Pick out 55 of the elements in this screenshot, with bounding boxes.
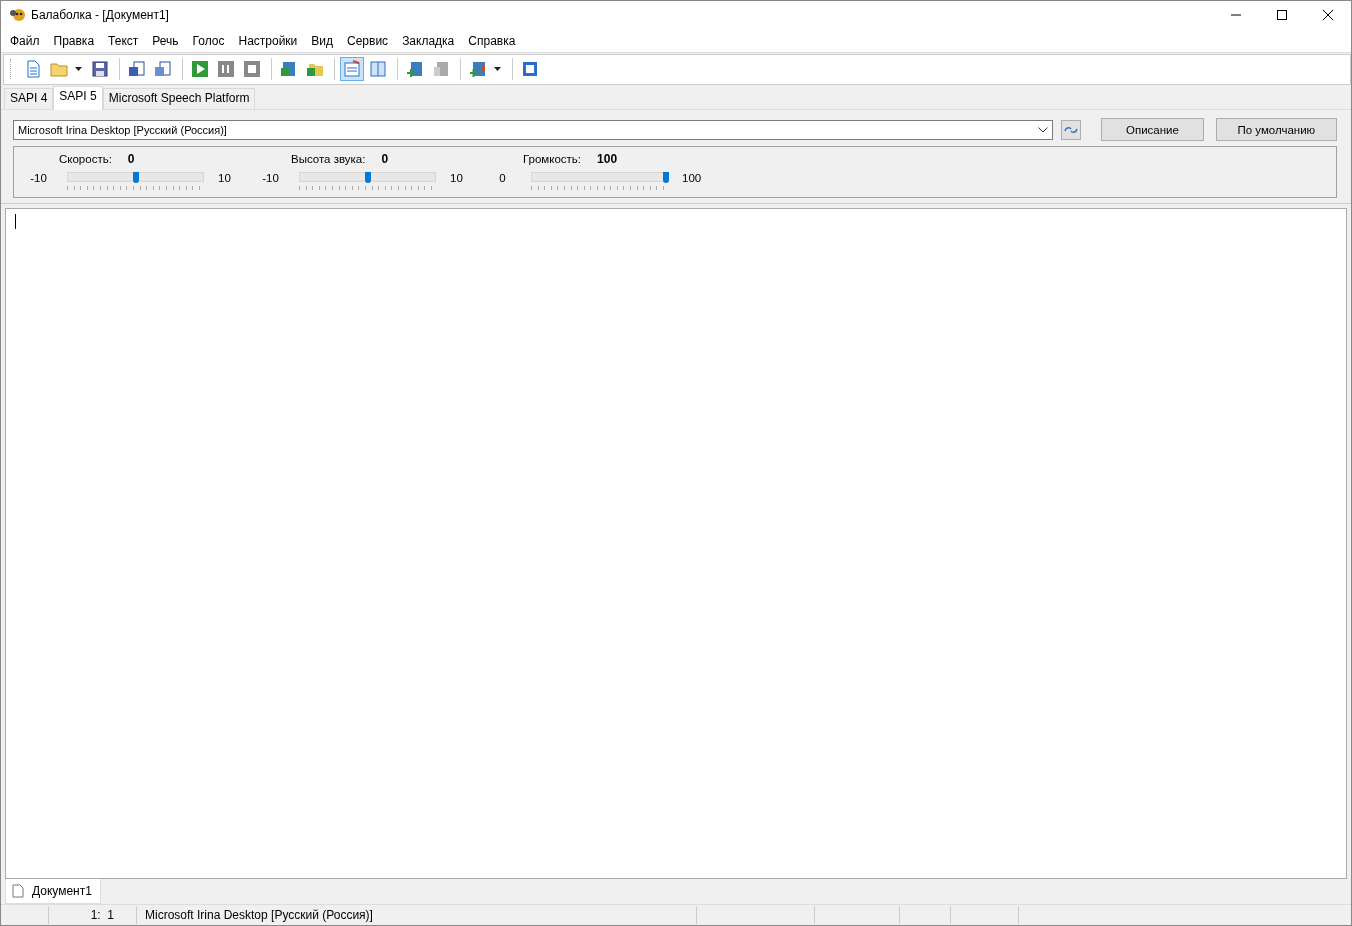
new-icon (24, 60, 42, 79)
refresh-button[interactable] (1061, 119, 1082, 140)
save-icon (91, 60, 109, 79)
play-icon (191, 60, 209, 79)
stop-icon (243, 60, 261, 79)
menu-item[interactable]: Настройки (231, 33, 305, 48)
push-button[interactable]: По умолчанию (1215, 118, 1337, 142)
voice-dropdown[interactable]: Microsoft Irina Desktop [Русский (Россия)] (13, 119, 1054, 140)
app-logo-icon (10, 8, 26, 23)
slider-min: -10 (29, 171, 48, 184)
push-button[interactable]: Описание (1101, 118, 1204, 142)
slider-value: 0 (127, 151, 135, 166)
menu-item[interactable]: Файл (3, 33, 47, 48)
cursor-position: 1: 1 (49, 906, 137, 924)
slider-min: -10 (261, 171, 280, 184)
menu-item[interactable]: Вид (304, 33, 341, 48)
document-tab[interactable]: Документ1 (5, 879, 101, 905)
slider-max: 10 (218, 171, 231, 184)
menu-item[interactable]: Текст (101, 33, 146, 48)
open-icon (50, 60, 68, 79)
slider-label: Громкость: (523, 152, 582, 165)
caret-icon[interactable] (75, 67, 82, 72)
document-icon (12, 884, 24, 899)
slider[interactable] (531, 171, 668, 190)
slider-max: 10 (450, 171, 463, 184)
refresh-icon (1064, 124, 1079, 135)
caret-icon[interactable] (494, 67, 501, 72)
menu-item[interactable]: Справка (461, 33, 523, 48)
close-icon[interactable] (1323, 10, 1333, 21)
toolbar-button[interactable] (340, 57, 364, 82)
slider[interactable] (67, 171, 204, 190)
tab[interactable]: SAPI 5 (53, 85, 103, 110)
slider-label: Скорость: (59, 152, 112, 165)
tab[interactable]: SAPI 4 (4, 87, 54, 109)
slider[interactable] (299, 171, 436, 190)
slider-value: 100 (597, 151, 618, 166)
slider-thumb[interactable] (365, 171, 371, 183)
pause-icon (217, 60, 235, 79)
tab[interactable]: Microsoft Speech Platform (102, 87, 256, 109)
slider-thumb[interactable] (663, 171, 669, 183)
menu-item[interactable]: Правка (46, 33, 102, 48)
status-voice: Microsoft Irina Desktop [Русский (Россия)] (137, 906, 697, 924)
slider-label: Высота звука: (291, 152, 366, 165)
menu-item[interactable]: Закладка (395, 33, 462, 48)
slider-value: 0 (381, 151, 389, 166)
menu-item[interactable]: Речь (145, 33, 186, 48)
slider-min: 0 (498, 171, 507, 184)
slider-max: 100 (682, 171, 702, 184)
window-title: Балаболка - [Документ1] (31, 8, 170, 23)
slider-thumb[interactable] (133, 171, 139, 183)
book-icon (369, 60, 387, 79)
chevron-icon (1038, 126, 1049, 133)
maximize-icon[interactable] (1277, 10, 1287, 21)
menu-item[interactable]: Сервис (340, 33, 396, 48)
menu-item[interactable]: Голос (185, 33, 232, 48)
